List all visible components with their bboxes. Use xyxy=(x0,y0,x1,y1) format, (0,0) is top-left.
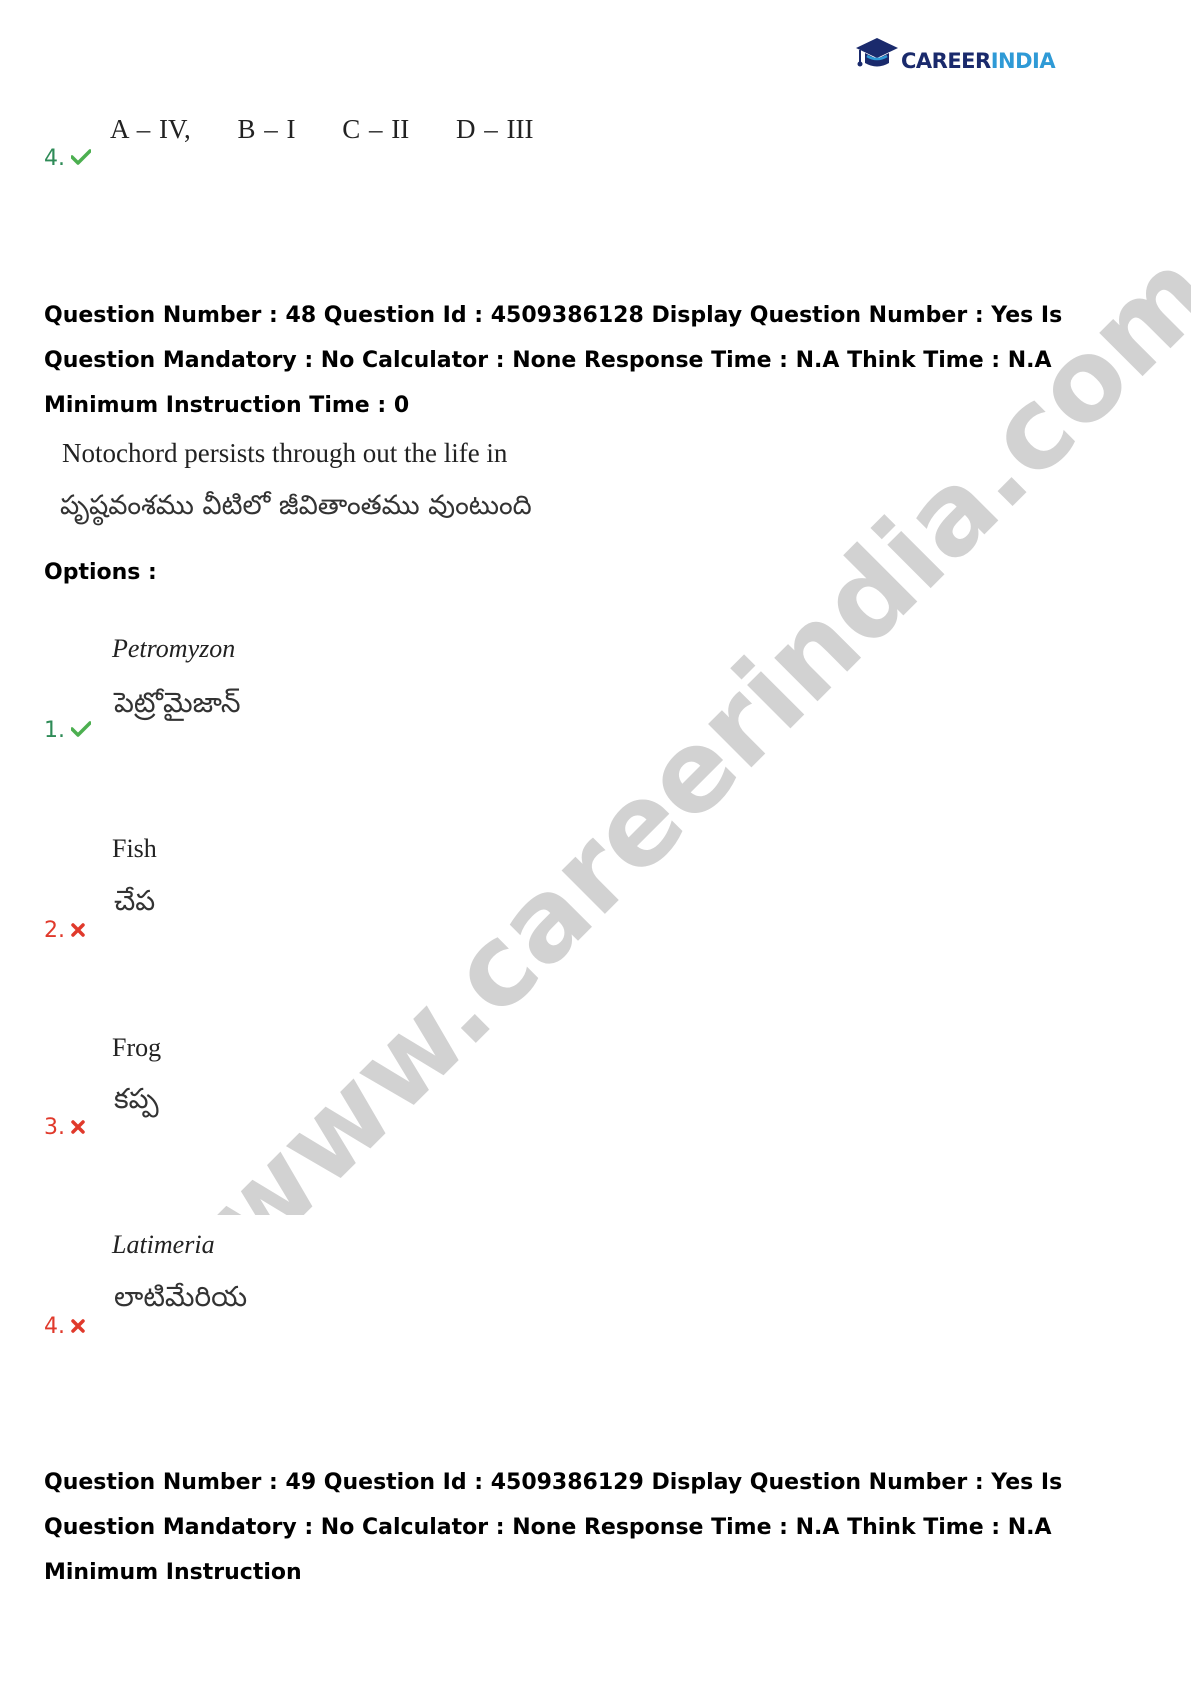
option-number-label: 4. xyxy=(44,146,65,171)
match-c: C – II xyxy=(342,114,410,144)
option-3-text-en: Frog xyxy=(112,1033,162,1062)
page-content: A – IV, B – I C – II D – III 4. Question… xyxy=(0,0,1191,1684)
option-1-text-en: Petromyzon xyxy=(112,634,236,663)
previous-answer: A – IV, B – I C – II D – III xyxy=(110,114,572,145)
cross-icon xyxy=(71,1314,85,1339)
question-49-meta: Question Number : 49 Question Id : 45093… xyxy=(44,1470,1063,1585)
option-4-number: 4. xyxy=(44,1314,85,1339)
option-number-label: 1. xyxy=(44,718,65,743)
option-3-number: 3. xyxy=(44,1115,85,1140)
cross-icon xyxy=(71,1115,85,1140)
option-1-number: 1. xyxy=(44,718,92,743)
option-3-text-te: కప్ప xyxy=(114,1082,159,1115)
option-number-label: 3. xyxy=(44,1115,65,1140)
option-number-label: 4. xyxy=(44,1314,65,1339)
question-48-meta: Question Number : 48 Question Id : 45093… xyxy=(44,303,1063,418)
option-1-text-te: పెట్రోమైజాన్ xyxy=(114,686,241,719)
check-icon xyxy=(70,146,92,171)
option-number-label: 2. xyxy=(44,918,65,943)
cross-icon xyxy=(71,918,85,943)
option-4-text-te: లాటిమేరియ xyxy=(114,1280,248,1313)
options-label: Options : xyxy=(44,560,157,585)
match-d: D – III xyxy=(456,114,534,144)
match-b: B – I xyxy=(237,114,296,144)
option-4-text-en: Latimeria xyxy=(112,1230,215,1259)
option-2-number: 2. xyxy=(44,918,85,943)
option-2-text-te: చేప xyxy=(114,884,156,917)
previous-option-number: 4. xyxy=(44,146,92,171)
check-icon xyxy=(70,718,92,743)
match-a: A – IV, xyxy=(110,114,191,144)
question-text-te: పృష్ఠవంశము వీటిలో జీవితాంతము వుంటుంది xyxy=(60,490,532,521)
option-2-text-en: Fish xyxy=(112,834,157,863)
question-text-en: Notochord persists through out the life … xyxy=(62,438,508,468)
